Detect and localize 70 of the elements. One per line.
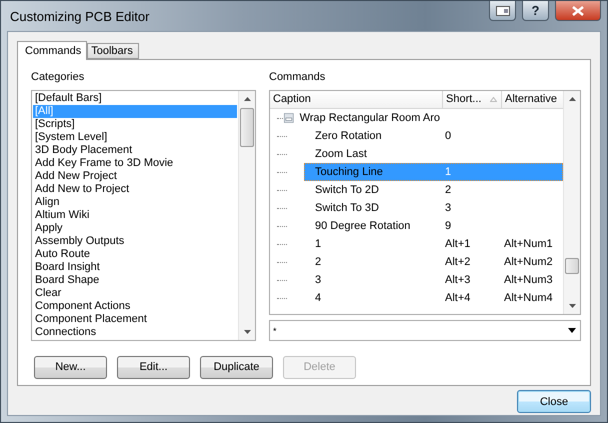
column-header[interactable]: Short...: [443, 91, 502, 108]
shortcut-cell-text: 3: [444, 201, 452, 216]
scroll-down-icon[interactable]: [244, 330, 250, 334]
scroll-up-icon[interactable]: [244, 97, 250, 101]
commands-label: Commands: [269, 71, 326, 85]
category-item[interactable]: Component Placement: [33, 313, 237, 326]
alternative-cell-text: Alt+Num2: [503, 255, 554, 270]
shortcut-cell-text: Alt+4: [444, 291, 472, 306]
category-item[interactable]: Component Actions: [33, 300, 237, 313]
close-icon: [572, 6, 584, 16]
command-caption[interactable]: 90 Degree Rotation: [312, 217, 414, 235]
command-caption[interactable]: 4: [312, 289, 324, 307]
category-item[interactable]: Board Shape: [33, 274, 237, 287]
category-item[interactable]: Connections: [33, 326, 237, 339]
categories-label: Categories: [31, 71, 86, 85]
command-caption[interactable]: Touching Line: [312, 163, 386, 181]
command-caption[interactable]: Zoom Last: [312, 145, 370, 163]
close-dialog-button[interactable]: Close: [517, 390, 591, 413]
shortcut-cell-text: Alt+1: [444, 237, 472, 252]
column-header[interactable]: Caption: [270, 91, 443, 108]
dialog-button[interactable]: New...: [34, 356, 107, 378]
category-item[interactable]: Clear: [33, 287, 237, 300]
alternative-cell-text: Alt+Num1: [503, 237, 554, 252]
command-caption[interactable]: Switch To 2D: [312, 181, 382, 199]
alternative-cell-text: Alt+Num3: [503, 273, 554, 288]
category-item[interactable]: [Scripts]: [33, 118, 237, 131]
shortcut-cell-text: 1: [444, 165, 452, 180]
category-item[interactable]: Add Key Frame to 3D Movie: [33, 157, 237, 170]
help-button[interactable]: ?: [522, 1, 549, 21]
command-caption[interactable]: Wrap Rectangular Room Aro: [296, 109, 443, 127]
scroll-thumb[interactable]: [240, 108, 254, 147]
scroll-thumb[interactable]: [565, 258, 579, 274]
scroll-up-icon[interactable]: [568, 97, 576, 101]
category-item[interactable]: 3D Body Placement: [33, 144, 237, 157]
window-icon: [496, 6, 510, 16]
window-title: Customizing PCB Editor: [9, 8, 150, 24]
tab[interactable]: Toolbars: [87, 43, 139, 59]
category-item[interactable]: Assembly Outputs: [33, 235, 237, 248]
scrollbar[interactable]: [238, 91, 255, 340]
category-item[interactable]: [System Level]: [33, 131, 237, 144]
category-item[interactable]: Board Insight: [33, 261, 237, 274]
shortcut-cell-text: Alt+3: [444, 273, 472, 288]
shortcut-cell-text: Alt+2: [444, 255, 472, 270]
scroll-down-icon[interactable]: [568, 304, 576, 308]
tab[interactable]: Commands: [17, 41, 88, 60]
command-caption[interactable]: 1: [312, 235, 324, 253]
dialog-button[interactable]: Edit...: [117, 356, 190, 378]
category-item[interactable]: Altium Wiki: [33, 209, 237, 222]
category-item[interactable]: Add New to Project: [33, 183, 237, 196]
command-caption[interactable]: 3: [312, 271, 324, 289]
category-item[interactable]: Align: [33, 196, 237, 209]
sort-icon: [490, 97, 497, 102]
close-button[interactable]: [555, 1, 601, 21]
category-item[interactable]: Add New Project: [33, 170, 237, 183]
category-item[interactable]: Auto Route: [33, 248, 237, 261]
window-layout-button[interactable]: [489, 1, 516, 21]
alternative-cell-text: Alt+Num4: [503, 291, 554, 306]
dropdown-arrow-icon: [568, 328, 576, 333]
command-caption[interactable]: 2: [312, 253, 324, 271]
command-caption[interactable]: Zero Rotation: [312, 127, 385, 145]
shortcut-cell-text: 2: [444, 183, 452, 198]
dialog-button[interactable]: Duplicate: [200, 356, 273, 378]
category-item[interactable]: Apply: [33, 222, 237, 235]
scrollbar[interactable]: [563, 91, 580, 314]
command-icon: [284, 110, 294, 126]
shortcut-cell-text: 0: [444, 129, 452, 144]
filter-combobox[interactable]: *: [269, 320, 581, 341]
command-caption[interactable]: Switch To 3D: [312, 199, 382, 217]
category-item[interactable]: [Default Bars]: [33, 92, 237, 105]
shortcut-cell-text: 9: [444, 219, 452, 234]
